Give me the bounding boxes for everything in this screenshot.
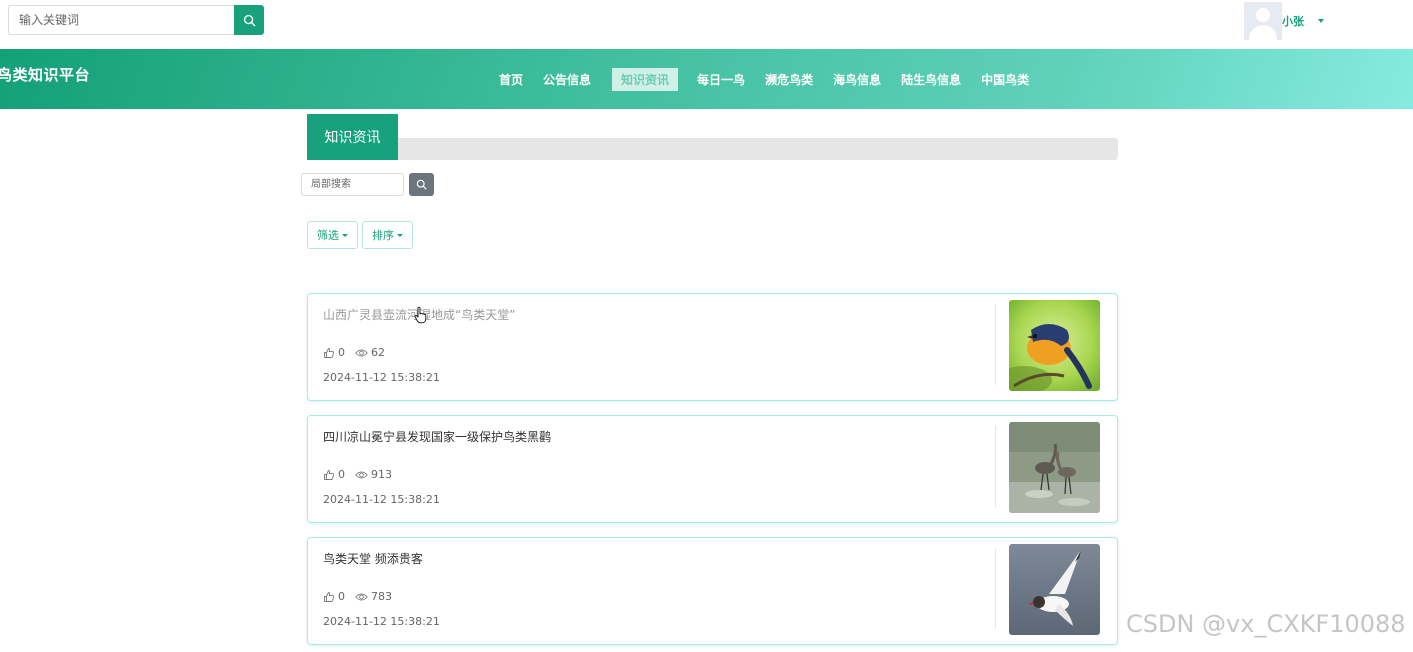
filter-bar: 筛选 排序 xyxy=(307,221,417,249)
local-search xyxy=(301,173,434,196)
article-title[interactable]: 鸟类天堂 频添贵客 xyxy=(323,550,423,567)
article-stats: 0 62 xyxy=(323,346,395,359)
filter-dropdown-button[interactable]: 筛选 xyxy=(307,221,358,249)
view-count: 62 xyxy=(355,346,385,359)
thumbs-up-icon xyxy=(324,469,335,480)
view-count: 783 xyxy=(355,590,392,603)
nav-item-home[interactable]: 首页 xyxy=(490,68,532,91)
thumbs-up-icon xyxy=(324,591,335,602)
avatar[interactable] xyxy=(1244,2,1282,40)
article-card[interactable]: 四川凉山冕宁县发现国家一级保护鸟类黑鹳 0 913 2024-11-12 15:… xyxy=(307,415,1118,523)
main-nav-band: 鸟类知识平台 首页 公告信息 知识资讯 每日一鸟 濒危鸟类 海鸟信息 陆生鸟信息… xyxy=(0,49,1413,109)
caret-down-icon xyxy=(397,233,403,237)
user-name[interactable]: 小张 xyxy=(1282,13,1304,29)
search-icon xyxy=(243,14,255,26)
article-date: 2024-11-12 15:38:21 xyxy=(323,371,440,384)
article-card[interactable]: 山西广灵县壶流河湿地成“鸟类天堂” 0 62 2024-11-12 15:38:… xyxy=(307,293,1118,401)
article-date: 2024-11-12 15:38:21 xyxy=(323,493,440,506)
article-stats: 0 913 xyxy=(323,468,402,481)
sort-label: 排序 xyxy=(372,229,394,242)
eye-icon xyxy=(355,470,368,479)
nav-item-knowledge-news[interactable]: 知识资讯 xyxy=(612,68,679,91)
card-divider xyxy=(995,304,996,385)
nav-item-endangered-birds[interactable]: 濒危鸟类 xyxy=(756,68,822,91)
article-thumbnail-wading-birds[interactable] xyxy=(1009,422,1100,513)
nav-item-announcements[interactable]: 公告信息 xyxy=(534,68,600,91)
eye-icon xyxy=(355,592,368,601)
view-count: 913 xyxy=(355,468,392,481)
filter-label: 筛选 xyxy=(317,229,339,242)
thumbs-up-icon xyxy=(324,347,335,358)
local-search-input[interactable] xyxy=(301,173,404,196)
article-thumbnail-flying-gull[interactable] xyxy=(1009,544,1100,635)
top-search-bar xyxy=(8,5,264,35)
card-divider xyxy=(995,548,996,629)
top-search-input[interactable] xyxy=(8,5,234,35)
top-search-button[interactable] xyxy=(234,5,264,35)
like-count[interactable]: 0 xyxy=(323,468,345,481)
nav-item-terrestrial-birds[interactable]: 陆生鸟信息 xyxy=(892,68,970,91)
section-header-bar xyxy=(398,138,1118,160)
article-card[interactable]: 鸟类天堂 频添贵客 0 783 2024-11-12 15:38:21 xyxy=(307,537,1118,645)
user-dropdown-caret-icon[interactable] xyxy=(1318,19,1324,23)
eye-icon xyxy=(355,348,368,357)
section-header: 知识资讯 xyxy=(307,114,1118,160)
local-search-button[interactable] xyxy=(409,173,434,196)
nav-item-daily-bird[interactable]: 每日一鸟 xyxy=(688,68,754,91)
caret-down-icon xyxy=(342,233,348,237)
card-divider xyxy=(995,426,996,507)
hand-cursor-icon xyxy=(414,306,427,324)
search-icon xyxy=(416,179,427,190)
watermark: CSDN @vx_CXKF10088 xyxy=(1126,610,1406,638)
user-menu[interactable]: 小张 xyxy=(1244,2,1324,40)
like-count[interactable]: 0 xyxy=(323,590,345,603)
main-nav: 首页 公告信息 知识资讯 每日一鸟 濒危鸟类 海鸟信息 陆生鸟信息 中国鸟类 xyxy=(490,68,1040,91)
article-stats: 0 783 xyxy=(323,590,402,603)
sort-dropdown-button[interactable]: 排序 xyxy=(362,221,413,249)
site-title: 鸟类知识平台 xyxy=(0,66,91,84)
article-title[interactable]: 四川凉山冕宁县发现国家一级保护鸟类黑鹳 xyxy=(323,428,551,445)
article-thumbnail-orange-songbird[interactable] xyxy=(1009,300,1100,391)
nav-item-china-birds[interactable]: 中国鸟类 xyxy=(972,68,1038,91)
section-title: 知识资讯 xyxy=(307,114,398,160)
like-count[interactable]: 0 xyxy=(323,346,345,359)
nav-item-seabirds[interactable]: 海鸟信息 xyxy=(824,68,890,91)
article-date: 2024-11-12 15:38:21 xyxy=(323,615,440,628)
